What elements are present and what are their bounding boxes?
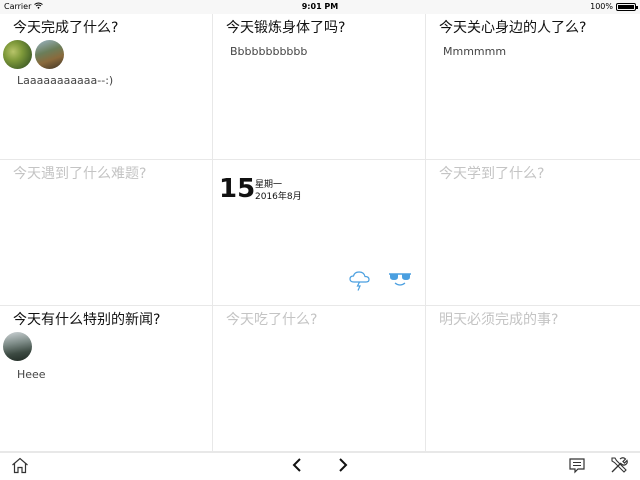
journal-grid: 今天完成了什么? Laaaaaaaaaaa--:) 今天锻炼身体了吗? Bbbb… [0, 14, 640, 452]
cell-title: 今天学到了什么? [439, 166, 545, 182]
cell-note: Mmmmmm [443, 45, 507, 58]
cell-title: 明天必须完成的事? [439, 312, 559, 328]
cell-title: 今天关心身边的人了么? [439, 20, 587, 36]
cell-problems[interactable]: 今天遇到了什么难题? [0, 160, 213, 306]
cell-tomorrow-tasks[interactable]: 明天必须完成的事? [426, 306, 640, 452]
tools-button[interactable] [609, 457, 629, 477]
photo-thumbnail[interactable] [35, 40, 64, 69]
photo-row [3, 40, 64, 69]
sunglasses-icon[interactable] [388, 270, 412, 292]
home-button[interactable] [10, 457, 30, 477]
battery-group: 100% [590, 2, 638, 11]
notes-icon [568, 457, 586, 478]
chevron-left-icon [291, 457, 303, 477]
cell-learned[interactable]: 今天学到了什么? [426, 160, 640, 306]
photo-thumbnail[interactable] [3, 40, 32, 69]
cell-title: 今天锻炼身体了吗? [226, 20, 346, 36]
cell-title: 今天完成了什么? [13, 20, 119, 36]
cell-note: Heee [17, 368, 46, 381]
next-day-button[interactable] [333, 457, 353, 477]
photo-row [3, 332, 32, 361]
date-cell: 15 星期一 2016年8月 [213, 160, 426, 306]
date-day: 15 [219, 174, 256, 204]
cell-special-news[interactable]: 今天有什么特别的新闻? Heee [0, 306, 213, 452]
cell-note: Laaaaaaaaaaa--:) [17, 74, 114, 87]
previous-day-button[interactable] [287, 457, 307, 477]
cell-title: 今天有什么特别的新闻? [13, 312, 161, 328]
clock: 9:01 PM [301, 2, 339, 11]
cell-title: 今天吃了什么? [226, 312, 318, 328]
cell-note: Bbbbbbbbbbb [230, 45, 308, 58]
cell-accomplished[interactable]: 今天完成了什么? Laaaaaaaaaaa--:) [0, 14, 213, 160]
date-month: 2016年8月 [255, 192, 302, 202]
storm-cloud-icon[interactable] [348, 270, 372, 296]
status-bar: Carrier 9:01 PM 100% [0, 0, 640, 14]
cell-care-for-others[interactable]: 今天关心身边的人了么? Mmmmmm [426, 14, 640, 160]
cell-title: 今天遇到了什么难题? [13, 166, 147, 182]
tools-icon [610, 456, 628, 478]
bottom-toolbar [0, 452, 640, 480]
battery-icon [616, 2, 638, 11]
chevron-right-icon [337, 457, 349, 477]
cell-meals[interactable]: 今天吃了什么? [213, 306, 426, 452]
photo-thumbnail[interactable] [3, 332, 32, 361]
notes-button[interactable] [567, 457, 587, 477]
home-icon [11, 457, 29, 478]
battery-percent: 100% [590, 2, 613, 11]
cell-exercise[interactable]: 今天锻炼身体了吗? Bbbbbbbbbbb [213, 14, 426, 160]
